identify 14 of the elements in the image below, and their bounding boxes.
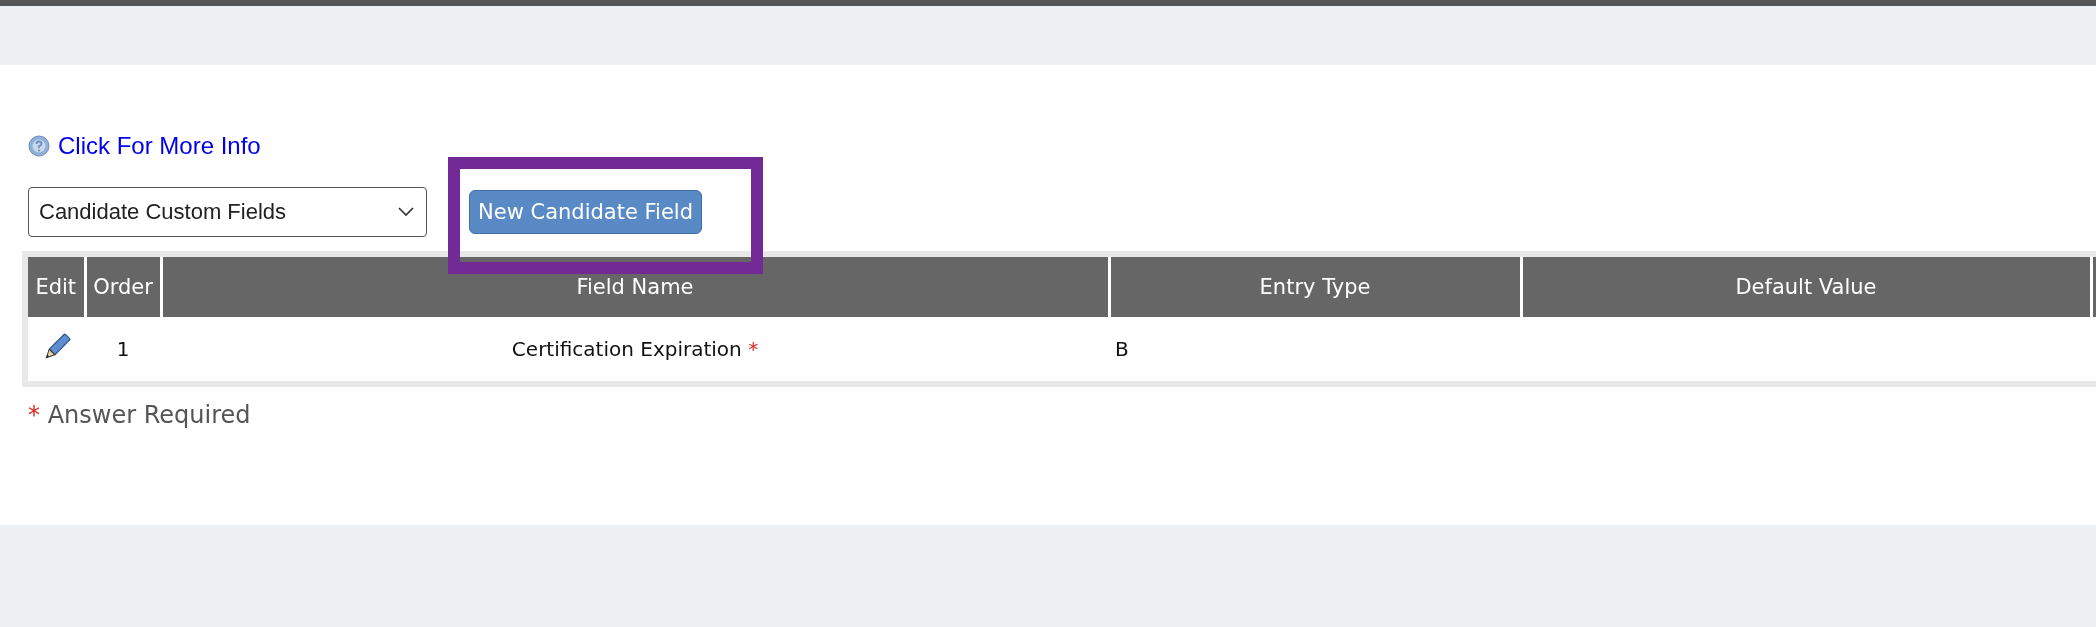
required-legend: * Answer Required: [28, 401, 2096, 429]
column-header: Entry Type: [1109, 257, 1521, 317]
column-header: Edit: [28, 257, 85, 317]
column-header: Order: [85, 257, 161, 317]
column-header: Field Name: [161, 257, 1109, 317]
field-set-select[interactable]: Candidate Custom Fields: [28, 187, 427, 237]
new-field-button[interactable]: New Candidate Field: [469, 190, 702, 234]
column-header: Default Value: [1521, 257, 2091, 317]
more-info-link[interactable]: Click For More Info: [58, 132, 261, 160]
table-cell: Certification Expiration *: [511, 337, 759, 361]
table-cell: 1: [85, 317, 161, 381]
table-cell-text: B: [1114, 337, 1129, 361]
chevron-down-icon: [398, 207, 414, 217]
help-icon: [28, 135, 50, 157]
